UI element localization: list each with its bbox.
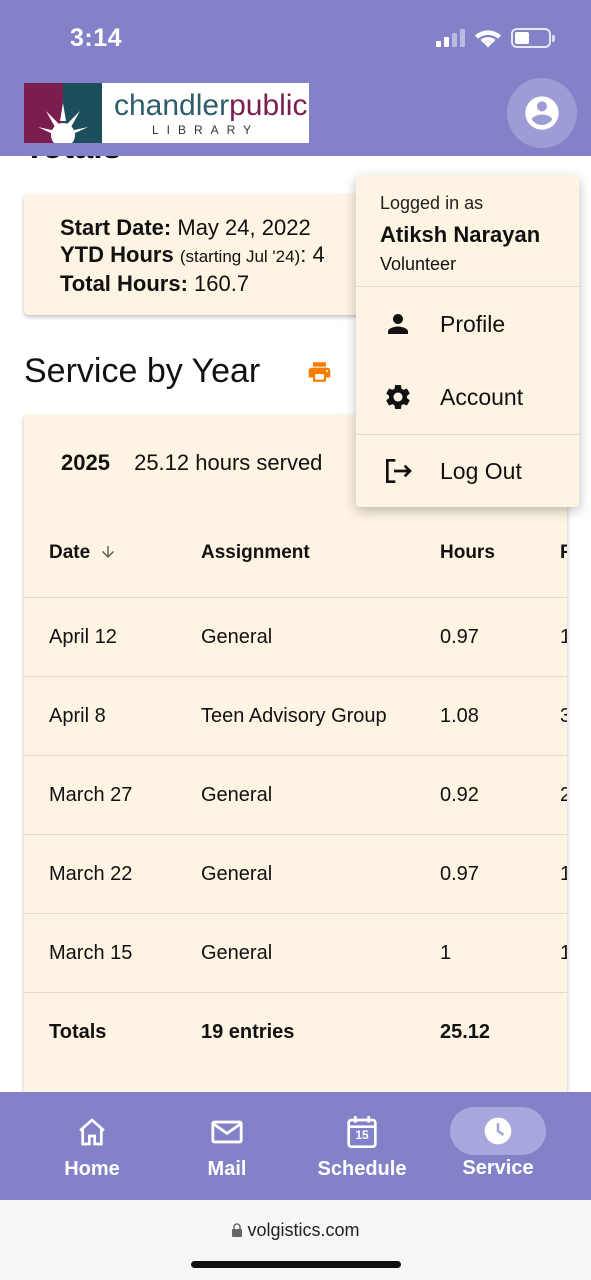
browser-url-text: volgistics.com bbox=[247, 1220, 360, 1240]
nav-mail[interactable]: Mail bbox=[162, 1092, 292, 1200]
account-dropdown-menu: Logged in as Atiksh Narayan Volunteer Pr… bbox=[356, 175, 579, 507]
ytd-hours-label: YTD Hours bbox=[60, 242, 174, 267]
row-date: March 15 bbox=[49, 942, 133, 964]
logo-mark bbox=[24, 83, 102, 143]
total-hours-label: Total Hours: bbox=[60, 271, 188, 296]
library-logo[interactable]: chandlerpublic LIBRARY bbox=[24, 83, 309, 143]
logo-subtitle: LIBRARY bbox=[152, 122, 260, 137]
browser-url: volgistics.com bbox=[0, 1220, 591, 1241]
table-header: Date Assignment Hours F bbox=[24, 532, 567, 592]
account-circle-icon bbox=[525, 96, 559, 130]
user-name: Atiksh Narayan bbox=[380, 222, 541, 247]
app-header: 3:14 chandlerpublic LIBRARY bbox=[0, 0, 591, 156]
column-assignment-header[interactable]: Assignment bbox=[201, 542, 310, 564]
wifi-icon bbox=[475, 30, 501, 48]
totals-row: Totals 19 entries 25.12 bbox=[24, 992, 567, 1071]
year-label: 2025 bbox=[61, 450, 110, 475]
ytd-hours-note: (starting Jul '24) bbox=[179, 247, 301, 266]
year-hours-served: 25.12 hours served bbox=[134, 450, 323, 475]
row-date: March 22 bbox=[49, 863, 133, 885]
row-extra: 1 bbox=[560, 863, 567, 885]
sort-down-icon bbox=[102, 546, 115, 558]
service-year-card: 2025 25.12 hours served Date Assignment … bbox=[24, 415, 567, 1115]
logout-icon bbox=[386, 459, 412, 483]
row-extra: 1 bbox=[560, 626, 567, 648]
cellular-signal-icon bbox=[436, 29, 465, 47]
nav-schedule-label: Schedule bbox=[317, 1158, 407, 1180]
lock-icon bbox=[232, 1223, 243, 1237]
nav-mail-label: Mail bbox=[207, 1158, 247, 1180]
row-extra: 1 bbox=[560, 942, 567, 964]
row-assignment: General bbox=[201, 784, 273, 806]
mail-icon bbox=[211, 1120, 243, 1144]
nav-schedule[interactable]: 15 Schedule bbox=[297, 1092, 427, 1200]
start-date-label: Start Date: bbox=[60, 215, 172, 240]
row-hours: 0.97 bbox=[440, 626, 479, 648]
column-extra-header[interactable]: F bbox=[560, 542, 567, 564]
battery-icon bbox=[511, 28, 555, 48]
totals-row-hours: 25.12 bbox=[440, 1021, 491, 1043]
column-hours-header[interactable]: Hours bbox=[440, 542, 495, 564]
totals-row-label: Totals bbox=[49, 1021, 107, 1043]
clock-icon bbox=[484, 1117, 512, 1145]
menu-item-logout[interactable]: Log Out bbox=[356, 435, 579, 507]
user-role: Volunteer bbox=[380, 254, 457, 274]
row-assignment: General bbox=[201, 626, 273, 648]
home-icon bbox=[79, 1118, 105, 1146]
browser-url-bar[interactable]: volgistics.com bbox=[0, 1200, 591, 1280]
menu-user-info: Logged in as Atiksh Narayan Volunteer bbox=[356, 175, 579, 287]
row-extra: 3 bbox=[560, 705, 567, 727]
totals-row-entries: 19 entries bbox=[201, 1021, 295, 1043]
print-icon[interactable] bbox=[306, 359, 333, 390]
status-time: 3:14 bbox=[70, 24, 123, 52]
bottom-nav: Home Mail 15 Schedule Service bbox=[0, 1092, 591, 1200]
row-hours: 0.92 bbox=[440, 784, 479, 806]
row-date: April 8 bbox=[49, 705, 106, 727]
menu-item-profile[interactable]: Profile bbox=[356, 288, 579, 360]
table-row: April 12 General 0.97 1 bbox=[24, 597, 567, 676]
row-assignment: General bbox=[201, 942, 273, 964]
row-date: March 27 bbox=[49, 784, 133, 806]
logged-in-label: Logged in as bbox=[380, 193, 484, 213]
logo-text: chandlerpublic LIBRARY bbox=[102, 88, 308, 137]
logo-name-b: public bbox=[229, 88, 308, 122]
row-assignment: General bbox=[201, 863, 273, 885]
column-date-label: Date bbox=[49, 542, 91, 563]
ytd-hours-value: : 4 bbox=[300, 242, 325, 267]
person-icon bbox=[388, 314, 408, 334]
menu-item-logout-label: Log Out bbox=[440, 457, 522, 484]
nav-home-label: Home bbox=[64, 1158, 120, 1180]
row-date: April 12 bbox=[49, 626, 117, 648]
menu-item-account-label: Account bbox=[440, 383, 524, 410]
calendar-day: 15 bbox=[355, 1128, 369, 1142]
column-date-header[interactable]: Date bbox=[49, 542, 117, 564]
service-heading: Service by Year bbox=[24, 352, 261, 390]
row-hours: 0.97 bbox=[440, 863, 479, 885]
year-summary: 2025 25.12 hours served bbox=[61, 450, 322, 476]
gear-icon bbox=[386, 385, 410, 409]
row-hours: 1.08 bbox=[440, 705, 479, 727]
row-hours: 1 bbox=[440, 942, 452, 964]
menu-item-profile-label: Profile bbox=[440, 310, 506, 337]
logo-name-a: chandler bbox=[114, 88, 230, 122]
table-row: April 8 Teen Advisory Group 1.08 3 bbox=[24, 676, 567, 755]
row-assignment: Teen Advisory Group bbox=[201, 705, 387, 727]
menu-item-account[interactable]: Account bbox=[356, 361, 579, 433]
status-icons bbox=[436, 28, 555, 48]
row-extra: 2 bbox=[560, 784, 567, 806]
nav-service[interactable]: Service bbox=[433, 1092, 563, 1200]
total-hours-value: 160.7 bbox=[194, 271, 250, 296]
table-row: March 22 General 0.97 1 bbox=[24, 834, 567, 913]
nav-home[interactable]: Home bbox=[27, 1092, 157, 1200]
nav-service-label: Service bbox=[462, 1157, 534, 1179]
table-row: March 15 General 1 1 bbox=[24, 913, 567, 992]
table-row: March 27 General 0.92 2 bbox=[24, 755, 567, 834]
home-indicator[interactable] bbox=[191, 1261, 401, 1268]
account-avatar-button[interactable] bbox=[507, 78, 577, 148]
start-date-value: May 24, 2022 bbox=[177, 215, 311, 240]
